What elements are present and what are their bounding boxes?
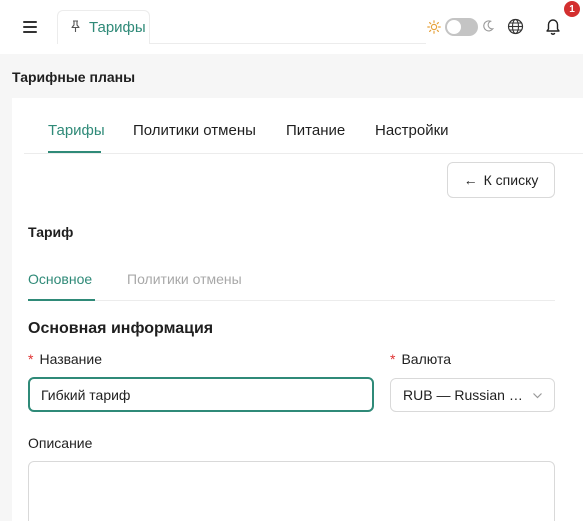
- basic-info-heading: Основная информация: [28, 320, 214, 337]
- currency-label: * Валюта: [390, 351, 451, 367]
- required-mark: *: [28, 351, 34, 367]
- tab-bar-divider: [150, 43, 426, 44]
- section-title: Тариф: [28, 224, 74, 240]
- bell-icon[interactable]: [545, 18, 561, 36]
- name-label: * Название: [28, 351, 102, 367]
- currency-select[interactable]: RUB — Russian R...: [390, 378, 555, 412]
- notification-badge: 1: [564, 1, 580, 17]
- arrow-left-icon: ←: [463, 172, 478, 188]
- page-title: Тарифные планы: [12, 69, 136, 85]
- open-tab-label: Тарифы: [89, 19, 146, 36]
- active-subtab-indicator: [28, 299, 95, 301]
- currency-value: RUB — Russian R...: [403, 387, 527, 403]
- back-to-list-label: К списку: [483, 172, 539, 188]
- chevron-down-icon: [533, 393, 542, 399]
- name-label-text: Название: [39, 351, 103, 367]
- moon-icon: [483, 20, 495, 32]
- tab-settings[interactable]: Настройки: [375, 122, 449, 139]
- active-tab-indicator: [48, 151, 101, 153]
- name-input[interactable]: [28, 377, 374, 412]
- main-tabs: Тарифы Политики отмены Питание Настройки: [24, 98, 583, 154]
- sun-icon: [427, 20, 441, 34]
- globe-icon[interactable]: [507, 18, 524, 35]
- form-card: Тарифы Политики отмены Питание Настройки…: [12, 98, 583, 521]
- description-label: Описание: [28, 435, 93, 451]
- tab-meals[interactable]: Питание: [286, 122, 345, 139]
- subtab-cancellation-policies[interactable]: Политики отмены: [127, 271, 242, 287]
- menu-icon[interactable]: [20, 16, 42, 38]
- required-mark: *: [390, 351, 396, 367]
- form-sub-tabs: Основное Политики отмены: [28, 264, 555, 301]
- back-to-list-button[interactable]: ← К списку: [447, 162, 555, 198]
- tab-cancellation-policies[interactable]: Политики отмены: [133, 122, 256, 139]
- theme-toggle[interactable]: [445, 18, 478, 36]
- currency-label-text: Валюта: [401, 351, 451, 367]
- subtab-basic[interactable]: Основное: [28, 271, 92, 287]
- tab-tarify[interactable]: Тарифы: [48, 122, 105, 139]
- pin-icon: [70, 19, 81, 36]
- open-tab-tarify[interactable]: Тарифы: [57, 10, 150, 44]
- description-textarea[interactable]: [28, 461, 555, 521]
- top-bar: Тарифы 1: [0, 0, 583, 54]
- theme-toggle-knob: [447, 20, 461, 34]
